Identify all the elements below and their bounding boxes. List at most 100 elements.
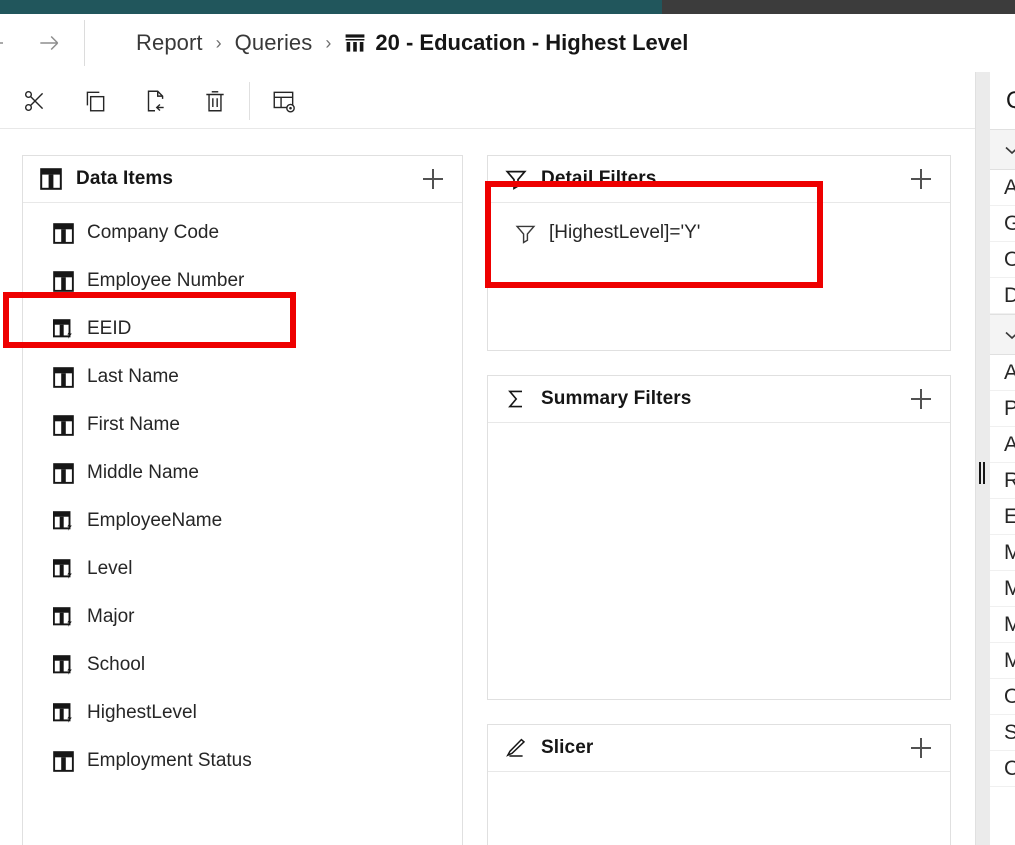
slicer-icon (506, 738, 526, 757)
query-icon (345, 34, 365, 52)
calculated-column-icon (53, 558, 72, 579)
title-bar-background (662, 0, 1015, 14)
add-slicer-button[interactable] (908, 735, 934, 761)
pane-resize-gutter[interactable] (976, 72, 990, 845)
add-data-item-button[interactable] (420, 166, 446, 192)
data-item-row[interactable]: Last Name (23, 353, 462, 401)
data-item-label: Level (87, 558, 133, 579)
data-items-panel: Data Items Company Code Employee Number … (22, 155, 463, 845)
data-item-label: Employee Number (87, 270, 245, 291)
add-summary-filter-button[interactable] (908, 386, 934, 412)
data-item-label: HighestLevel (87, 702, 197, 723)
detail-filter-row[interactable]: [HighestLevel]='Y' (488, 209, 950, 257)
property-row[interactable]: Override dimension info (990, 242, 1015, 278)
slicer-panel: Slicer (487, 724, 951, 845)
arrow-right-icon (40, 35, 59, 51)
column-icon (53, 366, 74, 388)
page-title: 20 - Education - Highest Level (375, 30, 689, 55)
property-row[interactable]: Processing (990, 391, 1015, 427)
chevron-down-icon (1005, 331, 1015, 339)
query-info-button[interactable] (254, 72, 314, 129)
filter-icon (515, 225, 536, 244)
detail-filters-title: Detail Filters (541, 168, 657, 189)
query-explorer-canvas: Data Items Company Code Employee Number … (0, 129, 975, 845)
property-row[interactable]: Dimension info (990, 278, 1015, 314)
data-item-row[interactable]: Level (23, 545, 462, 593)
property-row[interactable]: Maximum execution time (990, 535, 1015, 571)
breadcrumb-bar: Report › Queries › 20 - Education - High… (0, 14, 1015, 72)
property-row[interactable]: Maximum text blob size (990, 643, 1015, 679)
data-item-row[interactable]: Employment Status (23, 737, 462, 785)
property-row[interactable]: Outer join allowed (990, 679, 1015, 715)
paste-button[interactable] (125, 72, 185, 129)
data-item-label: School (87, 654, 146, 675)
query-properties-title: Queries (990, 72, 1015, 129)
data-item-row[interactable]: Company Code (23, 209, 462, 257)
properties-group-header[interactable] (990, 129, 1015, 170)
table-properties-icon (273, 91, 295, 113)
property-row[interactable]: Auditing (990, 170, 1015, 206)
detail-filters-header: Detail Filters (488, 156, 950, 203)
chevron-down-icon (1005, 146, 1015, 154)
data-item-label: Company Code (87, 222, 220, 243)
data-item-label: Middle Name (87, 462, 199, 483)
breadcrumb-divider (84, 20, 85, 66)
data-items-title: Data Items (76, 168, 174, 189)
title-bar-accent (0, 0, 662, 14)
delete-button[interactable] (185, 72, 245, 129)
summary-filters-title: Summary Filters (541, 388, 692, 409)
property-row[interactable]: Generated SQL/MDX (990, 206, 1015, 242)
data-item-label: EEID (87, 318, 132, 339)
data-item-label: EmployeeName (87, 510, 223, 531)
copy-button[interactable] (65, 72, 125, 129)
forward-button[interactable] (26, 20, 72, 66)
title-bar (0, 0, 1015, 14)
property-row[interactable]: Maximum tables (990, 607, 1015, 643)
calculated-column-icon (53, 318, 72, 339)
data-item-row[interactable]: EmployeeName (23, 497, 462, 545)
data-items-list: Company Code Employee Number EEID Last N… (23, 203, 462, 793)
toolbar-separator (249, 81, 250, 120)
property-row[interactable]: Maximum rows retrieved (990, 571, 1015, 607)
scissors-icon (24, 90, 44, 111)
add-detail-filter-button[interactable] (908, 166, 934, 192)
data-item-row[interactable]: Middle Name (23, 449, 462, 497)
filter-icon (505, 170, 527, 190)
breadcrumb-item-current: 20 - Education - Highest Level (344, 30, 688, 56)
panel-resize-handle[interactable] (979, 462, 987, 484)
summary-filters-list (488, 423, 950, 437)
query-properties-pane: Queries Auditing Generated SQL/MDX Overr… (975, 72, 1015, 845)
copy-icon (86, 91, 105, 111)
properties-group-header[interactable] (990, 314, 1015, 355)
property-row[interactable]: Auto sort (990, 355, 1015, 391)
breadcrumb-separator: › (215, 33, 222, 53)
property-row[interactable]: Suppress (990, 715, 1015, 751)
summary-filters-panel: Summary Filters (487, 375, 951, 700)
calculated-column-icon (53, 510, 72, 531)
property-row[interactable]: Avoid divide by zero (990, 427, 1015, 463)
calculated-column-icon (53, 654, 72, 675)
breadcrumb-item-queries[interactable]: Queries (235, 30, 313, 56)
detail-filters-panel: Detail Filters [HighestLevel]='Y' (487, 155, 951, 351)
property-row[interactable]: Execution method (990, 499, 1015, 535)
data-item-row-eeid[interactable]: EEID (23, 305, 462, 353)
data-item-label: Employment Status (87, 750, 252, 771)
data-item-row[interactable]: School (23, 641, 462, 689)
data-items-header: Data Items (23, 156, 462, 203)
data-item-label: Last Name (87, 366, 179, 387)
breadcrumb-item-report[interactable]: Report (136, 30, 203, 56)
application-window: Report › Queries › 20 - Education - High… (0, 0, 1015, 845)
breadcrumb-separator: › (325, 33, 332, 53)
cut-button[interactable] (5, 72, 65, 129)
property-row[interactable]: Rollup processing (990, 463, 1015, 499)
property-row[interactable]: Cross product allowed (990, 751, 1015, 787)
slicer-list (488, 772, 950, 786)
back-button[interactable] (0, 20, 12, 66)
trash-icon (206, 90, 224, 111)
data-item-row[interactable]: First Name (23, 401, 462, 449)
column-icon (53, 462, 74, 484)
data-item-row[interactable]: Major (23, 593, 462, 641)
data-item-row[interactable]: Employee Number (23, 257, 462, 305)
data-item-row[interactable]: HighestLevel (23, 689, 462, 737)
navigation-buttons (0, 14, 128, 72)
